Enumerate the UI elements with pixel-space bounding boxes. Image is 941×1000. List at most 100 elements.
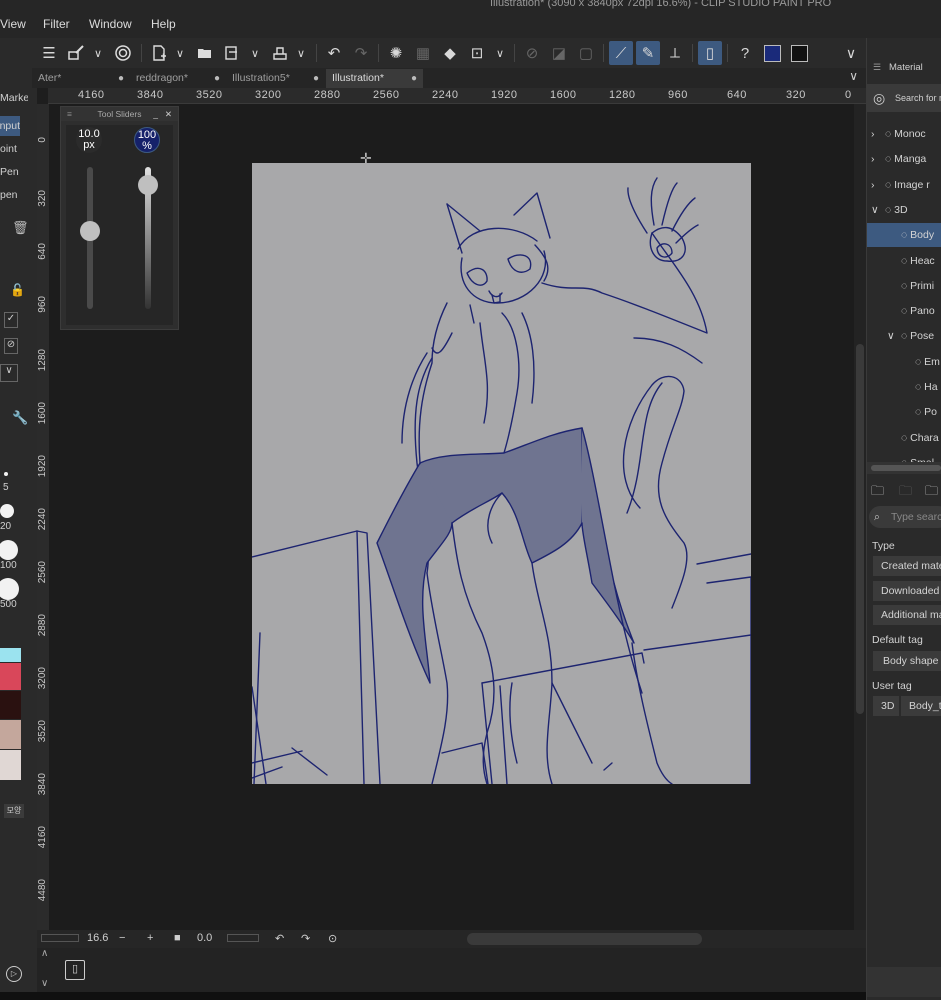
- folder-add-icon[interactable]: 🗀: [871, 482, 884, 504]
- tree-item-body[interactable]: ◌ Body: [867, 223, 941, 248]
- color-swatch[interactable]: [0, 720, 21, 749]
- type-downloaded-button[interactable]: Downloaded r: [873, 581, 941, 601]
- play-icon[interactable]: ▷: [6, 966, 22, 982]
- tree-item-ha[interactable]: ◌ Ha: [867, 375, 941, 399]
- rotate-left-icon[interactable]: ↶: [275, 932, 284, 945]
- ruler-snap-icon[interactable]: ⟋: [609, 41, 633, 65]
- chevron-down-icon[interactable]: ∨: [887, 324, 895, 348]
- chevron-down-icon[interactable]: ∨: [494, 41, 506, 65]
- chevron-right-icon[interactable]: ›: [871, 147, 875, 171]
- menu-icon[interactable]: ☰: [37, 41, 61, 65]
- brush-size-value[interactable]: 10.0 px: [76, 127, 102, 153]
- brush-size-label[interactable]: 500: [0, 599, 17, 610]
- folder-icon[interactable]: 🗀: [899, 482, 912, 504]
- print-icon[interactable]: [268, 41, 292, 65]
- help-icon[interactable]: ?: [733, 41, 757, 65]
- chevron-right-icon[interactable]: ›: [871, 173, 875, 197]
- tree-scrollbar[interactable]: [867, 462, 941, 474]
- zoom-out-button[interactable]: −: [119, 932, 125, 944]
- canvas-paper[interactable]: [252, 163, 751, 784]
- loading-icon[interactable]: ✺: [384, 41, 408, 65]
- menu-icon[interactable]: ≡: [67, 107, 72, 121]
- chevron-down-icon[interactable]: ∨: [845, 41, 857, 65]
- subtool-input[interactable]: nput: [0, 116, 20, 136]
- color-swatch[interactable]: [0, 663, 21, 690]
- zoom-value[interactable]: 16.6: [87, 932, 108, 944]
- rotation-value[interactable]: 0.0: [197, 932, 212, 944]
- tree-item-pano[interactable]: ◌ Pano: [867, 299, 941, 323]
- snap-grid-icon[interactable]: ◪: [547, 41, 571, 65]
- user-tag-body-type[interactable]: Body_ty: [901, 696, 941, 716]
- chevron-down-icon[interactable]: ∨: [295, 41, 307, 65]
- tab-ater[interactable]: Ater* ●: [32, 69, 130, 88]
- tab-illustration5[interactable]: Illustration5* ●: [226, 69, 325, 88]
- color-swatch[interactable]: [0, 750, 21, 780]
- tree-item-3d[interactable]: ∨ ◌ 3D: [867, 198, 941, 222]
- close-icon[interactable]: ●: [313, 69, 319, 88]
- perspective-icon[interactable]: ⟂: [663, 41, 687, 65]
- tree-item-primi[interactable]: ◌ Primi: [867, 274, 941, 298]
- tree-item-po[interactable]: ◌ Po: [867, 400, 941, 424]
- brush-size-slider-knob[interactable]: [80, 220, 100, 241]
- fit-button[interactable]: ■: [174, 932, 181, 944]
- folder-edit-icon[interactable]: 🗀: [925, 482, 938, 504]
- new-file-icon[interactable]: [147, 41, 171, 65]
- wrench-icon[interactable]: 🔧: [12, 410, 28, 426]
- transform-icon[interactable]: ▦: [411, 41, 435, 65]
- chevron-down-icon[interactable]: ∨: [92, 41, 104, 65]
- sub-color-swatch[interactable]: [787, 41, 811, 65]
- rotation-slider[interactable]: [227, 934, 259, 942]
- tab-illustration[interactable]: Illustration* ●: [326, 69, 423, 88]
- opacity-value[interactable]: 100 %: [134, 127, 160, 153]
- eraser-pen-icon[interactable]: [64, 41, 88, 65]
- subtool-pen[interactable]: Pen: [0, 162, 20, 182]
- brush-size-dot[interactable]: [0, 504, 14, 518]
- chevron-down-icon[interactable]: ∨: [174, 41, 186, 65]
- crop-icon[interactable]: ⊡: [465, 41, 489, 65]
- layout-button[interactable]: 모양: [4, 804, 24, 818]
- rotate-right-icon[interactable]: ↷: [301, 932, 310, 945]
- color-swatch[interactable]: [0, 691, 21, 719]
- panel-toggle-icon[interactable]: ▯: [65, 960, 85, 980]
- tree-item-monoc[interactable]: › ◌ Monoc: [867, 122, 941, 146]
- chevron-down-icon[interactable]: ∨: [871, 198, 879, 222]
- reset-rotation-icon[interactable]: ⊙: [328, 932, 337, 945]
- tree-item-chara[interactable]: ◌ Chara: [867, 426, 941, 450]
- zoom-in-button[interactable]: +: [147, 932, 153, 944]
- user-tag-3d[interactable]: 3D: [873, 696, 899, 716]
- tab-reddragon[interactable]: reddragon* ●: [130, 69, 226, 88]
- open-folder-icon[interactable]: [193, 41, 217, 65]
- chevron-down-icon[interactable]: ∨: [249, 41, 261, 65]
- zoom-slider[interactable]: [41, 934, 79, 942]
- mask-icon[interactable]: ⊘: [4, 338, 18, 354]
- tag-search-input[interactable]: ⌕ Type searc: [869, 506, 941, 528]
- menu-help[interactable]: Help: [151, 17, 176, 31]
- subtool-point[interactable]: oint: [0, 139, 20, 159]
- brush-size-dot[interactable]: [0, 578, 19, 600]
- undo-icon[interactable]: ↶: [322, 41, 346, 65]
- tree-item-em[interactable]: ◌ Em: [867, 350, 941, 374]
- snap-off-icon[interactable]: ⊘: [520, 41, 544, 65]
- menu-view[interactable]: View: [0, 17, 26, 31]
- checkbox-icon[interactable]: ✓: [4, 312, 18, 328]
- type-created-button[interactable]: Created mate: [873, 556, 941, 576]
- close-icon[interactable]: ✕: [165, 107, 172, 121]
- tree-item-image-r[interactable]: › ◌ Image r: [867, 173, 941, 197]
- subtool-marker[interactable]: Marker: [0, 88, 28, 108]
- snap-special-icon[interactable]: ▢: [574, 41, 598, 65]
- tree-item-heac[interactable]: ◌ Heac: [867, 249, 941, 273]
- tree-item-manga[interactable]: › ◌ Manga: [867, 147, 941, 171]
- tree-item-pose[interactable]: ∨ ◌ Pose: [867, 324, 941, 348]
- lock-icon[interactable]: 🔓: [10, 283, 25, 297]
- color-swatch[interactable]: [0, 648, 21, 662]
- scroll-thumb[interactable]: [856, 344, 864, 714]
- clip-studio-icon[interactable]: [111, 41, 135, 65]
- material-search[interactable]: ◎ Search for ma: [867, 84, 941, 112]
- opacity-slider-knob[interactable]: [138, 175, 158, 195]
- close-icon[interactable]: ●: [411, 69, 417, 88]
- menu-window[interactable]: Window: [89, 17, 132, 31]
- brush-size-label[interactable]: 20: [0, 521, 11, 532]
- horizontal-scroll-thumb[interactable]: [467, 933, 702, 945]
- menu-icon[interactable]: ☰: [873, 62, 881, 73]
- chevron-down-icon[interactable]: ∨: [41, 978, 48, 989]
